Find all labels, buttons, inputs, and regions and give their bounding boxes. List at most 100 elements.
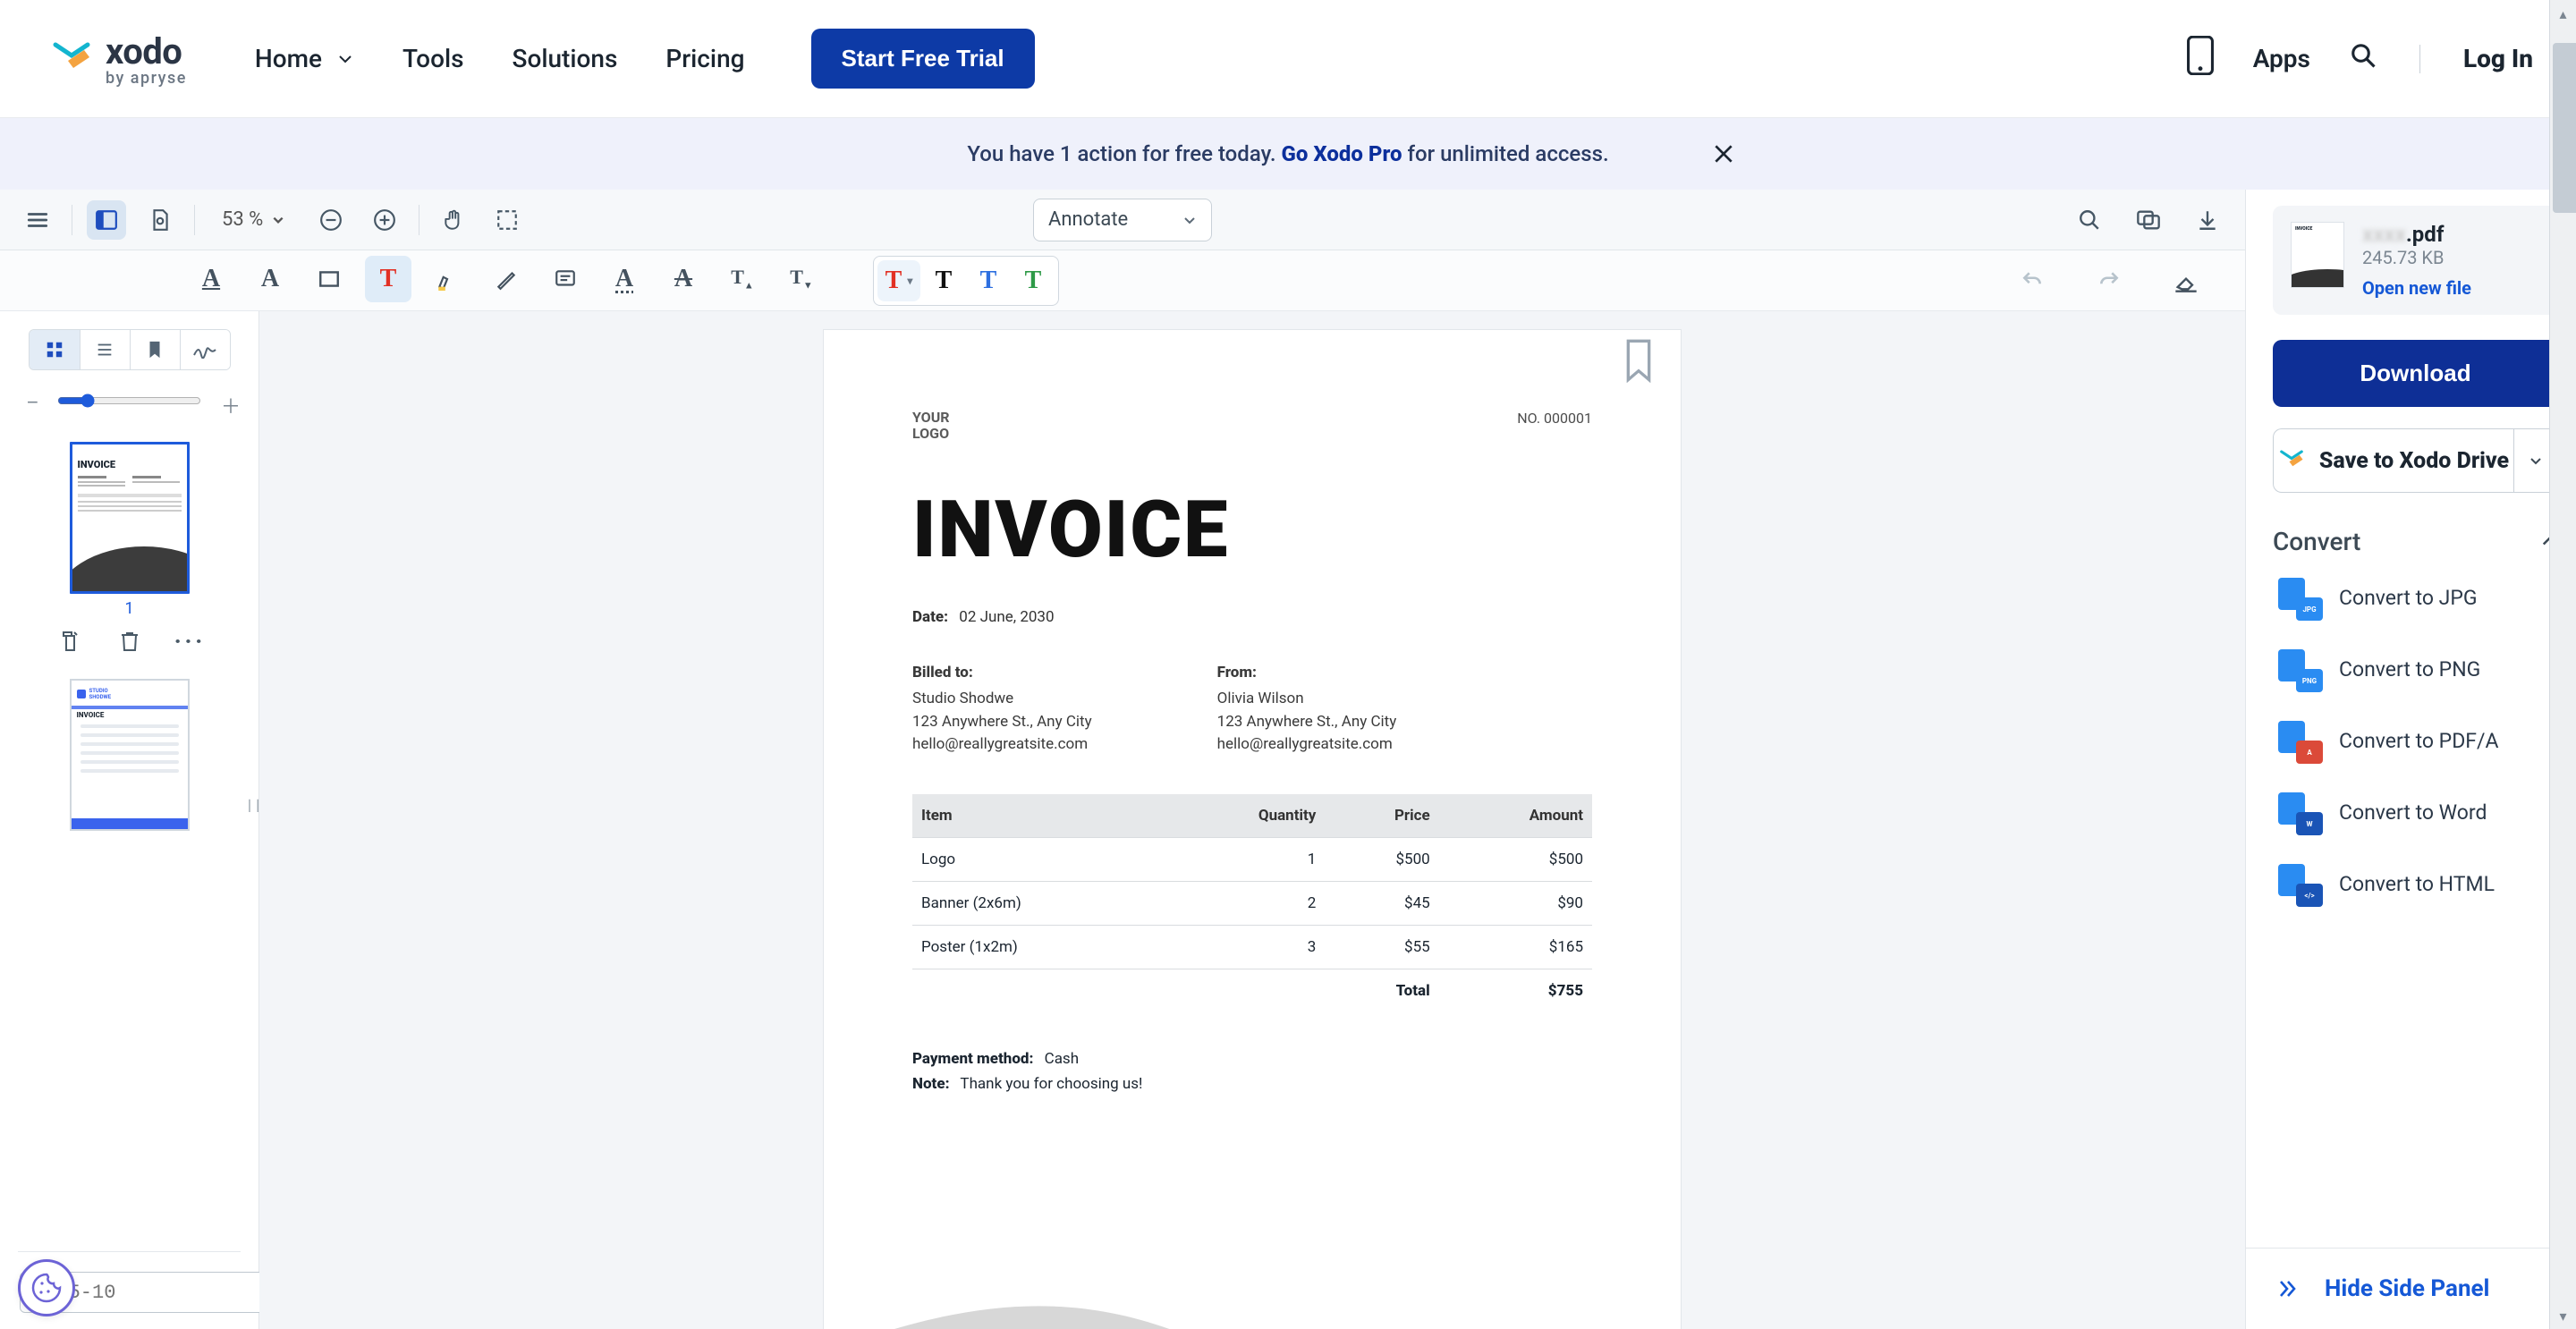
font-size-up-tool[interactable]: T▲	[719, 256, 766, 302]
panel-tab-bookmarks[interactable]	[130, 330, 180, 369]
panel-tab-outline[interactable]	[80, 330, 130, 369]
thumbnail-page-2[interactable]: STUDIOSHODWE INVOICE	[70, 679, 190, 831]
panel-tab-signatures[interactable]	[180, 330, 230, 369]
brand-logo[interactable]: xodo by apryse	[50, 30, 187, 88]
convert-to-jpg[interactable]: JPG Convert to JPG	[2273, 562, 2558, 633]
invoice-logo-placeholder: YOUR LOGO	[912, 410, 1592, 443]
save-to-drive-button[interactable]: Save to Xodo Drive	[2273, 428, 2513, 493]
underline-tool[interactable]: A	[188, 256, 234, 302]
thumbnail-caption: 1	[124, 599, 133, 618]
nav-solutions[interactable]: Solutions	[513, 44, 618, 73]
scroll-down-icon[interactable]: ▾	[2550, 1302, 2576, 1329]
promo-banner: You have 1 action for free today. Go Xod…	[0, 118, 2576, 190]
redo-button[interactable]	[2086, 258, 2132, 304]
promo-cta-link[interactable]: Go Xodo Pro	[1282, 141, 1402, 166]
zoom-select[interactable]: 53 %	[209, 205, 297, 234]
convert-to-pdfa[interactable]: A Convert to PDF/A	[2273, 705, 2558, 776]
brand-subtext: by apryse	[106, 69, 187, 88]
window-scrollbar[interactable]: ▴ ▾	[2549, 0, 2576, 1329]
convert-section-header[interactable]: Convert	[2273, 527, 2558, 556]
rectangle-tool[interactable]	[306, 256, 352, 302]
table-row: Logo 1 $500 $500	[912, 837, 1592, 881]
nav-tools[interactable]: Tools	[402, 44, 463, 73]
document-search-button[interactable]	[2070, 200, 2109, 240]
eraser-tool[interactable]	[2163, 258, 2209, 304]
bookmark-page-button[interactable]	[1621, 338, 1657, 374]
sidebar-panel-tabs	[29, 329, 231, 370]
zoom-in-button[interactable]	[365, 200, 404, 240]
left-panel-toggle[interactable]	[87, 200, 126, 240]
duplicate-page-button[interactable]	[53, 625, 85, 657]
zoom-out-button[interactable]	[311, 200, 351, 240]
chevron-down-icon: ▾	[907, 275, 912, 287]
thumb-zoom-slider[interactable]	[57, 394, 201, 408]
thumbnail-actions: ···	[0, 625, 258, 657]
menu-button[interactable]	[18, 200, 57, 240]
note-tool[interactable]	[542, 256, 589, 302]
font-size-down-tool[interactable]: T▼	[778, 256, 825, 302]
annotation-toolbar: A A T A A T▲ T▼ T	[0, 250, 2245, 311]
highlighter-tool[interactable]	[424, 256, 470, 302]
header-right: Apps Log In	[2187, 36, 2533, 81]
app-shell: 53 % Annotate	[0, 190, 2576, 1329]
pan-tool-button[interactable]	[434, 200, 473, 240]
text-color-black[interactable]: T	[922, 260, 965, 301]
thumbnail-zoom: − ＋	[21, 390, 237, 411]
open-new-file-link[interactable]: Open new file	[2362, 277, 2540, 299]
hide-side-panel-button[interactable]: Hide Side Panel	[2246, 1248, 2576, 1329]
convert-list: JPG Convert to JPG PNG Convert to PNG A …	[2273, 562, 2558, 919]
marquee-select-button[interactable]	[487, 200, 527, 240]
login-link[interactable]: Log In	[2463, 44, 2533, 73]
page-decoration	[823, 1206, 1682, 1329]
file-size: 245.73 KB	[2362, 247, 2540, 268]
strikeout-tool[interactable]: A	[660, 256, 707, 302]
delete-page-button[interactable]	[114, 625, 146, 657]
download-button[interactable]	[2188, 200, 2227, 240]
billed-to-block: Billed to: Studio Shodwe 123 Anywhere St…	[912, 662, 1092, 757]
convert-to-png[interactable]: PNG Convert to PNG	[2273, 633, 2558, 705]
more-page-actions[interactable]: ···	[174, 625, 207, 657]
chevron-down-icon	[1182, 213, 1197, 227]
panel-tab-thumbnails[interactable]	[30, 330, 80, 369]
table-row: Poster (1x2m) 3 $55 $165	[912, 925, 1592, 969]
chevron-down-icon	[336, 50, 354, 68]
invoice-table: Item Quantity Price Amount Logo 1 $500 $…	[912, 794, 1592, 1012]
promo-suffix: for unlimited access.	[1408, 141, 1609, 166]
download-file-button[interactable]: Download	[2273, 340, 2558, 407]
table-row: Banner (2x6m) 2 $45 $90	[912, 881, 1592, 925]
search-icon[interactable]	[2350, 42, 2377, 75]
tool-mode-dropdown[interactable]: Annotate	[1033, 199, 1212, 241]
highlight-tool[interactable]: A	[247, 256, 293, 302]
apps-link[interactable]: Apps	[2253, 44, 2310, 73]
nav-home[interactable]: Home	[255, 44, 354, 73]
file-name: xxxx.pdf	[2362, 222, 2540, 247]
scroll-thumb[interactable]	[2553, 43, 2576, 213]
convert-to-word[interactable]: W Convert to Word	[2273, 776, 2558, 848]
convert-to-html[interactable]: </> Convert to HTML	[2273, 848, 2558, 919]
text-color-red[interactable]: T ▾	[877, 260, 920, 301]
thumbnail-page-1[interactable]: INVOICE	[70, 442, 190, 618]
thumb-zoom-in[interactable]: ＋	[216, 390, 237, 411]
nav-pricing[interactable]: Pricing	[665, 44, 744, 73]
zoom-value: 53 %	[222, 208, 263, 231]
mobile-icon[interactable]	[2187, 36, 2214, 81]
squiggly-tool[interactable]: A	[601, 256, 648, 302]
chevron-down-icon	[272, 214, 284, 226]
scroll-up-icon[interactable]: ▴	[2550, 0, 2576, 27]
start-trial-button[interactable]: Start Free Trial	[811, 29, 1035, 89]
promo-close-icon[interactable]	[1712, 142, 1735, 165]
main-nav: Home Tools Solutions Pricing Start Free …	[255, 29, 1035, 89]
freehand-tool[interactable]	[483, 256, 530, 302]
text-color-blue[interactable]: T	[967, 260, 1010, 301]
cookie-settings-button[interactable]	[18, 1259, 75, 1316]
document-canvas[interactable]: YOUR LOGO NO. 000001 INVOICE Date: 02 Ju…	[259, 311, 2245, 1329]
text-color-green[interactable]: T	[1012, 260, 1055, 301]
invoice-footer: Payment method: Cash Note: Thank you for…	[912, 1050, 1592, 1093]
page-settings-button[interactable]	[140, 200, 180, 240]
free-text-tool[interactable]: T	[365, 256, 411, 302]
chevron-right-icon	[2276, 1278, 2298, 1299]
thumbnail-scroll[interactable]: INVOICE	[0, 424, 258, 1251]
thumb-zoom-out[interactable]: −	[21, 390, 43, 411]
comments-button[interactable]	[2129, 200, 2168, 240]
undo-button[interactable]	[2009, 258, 2055, 304]
